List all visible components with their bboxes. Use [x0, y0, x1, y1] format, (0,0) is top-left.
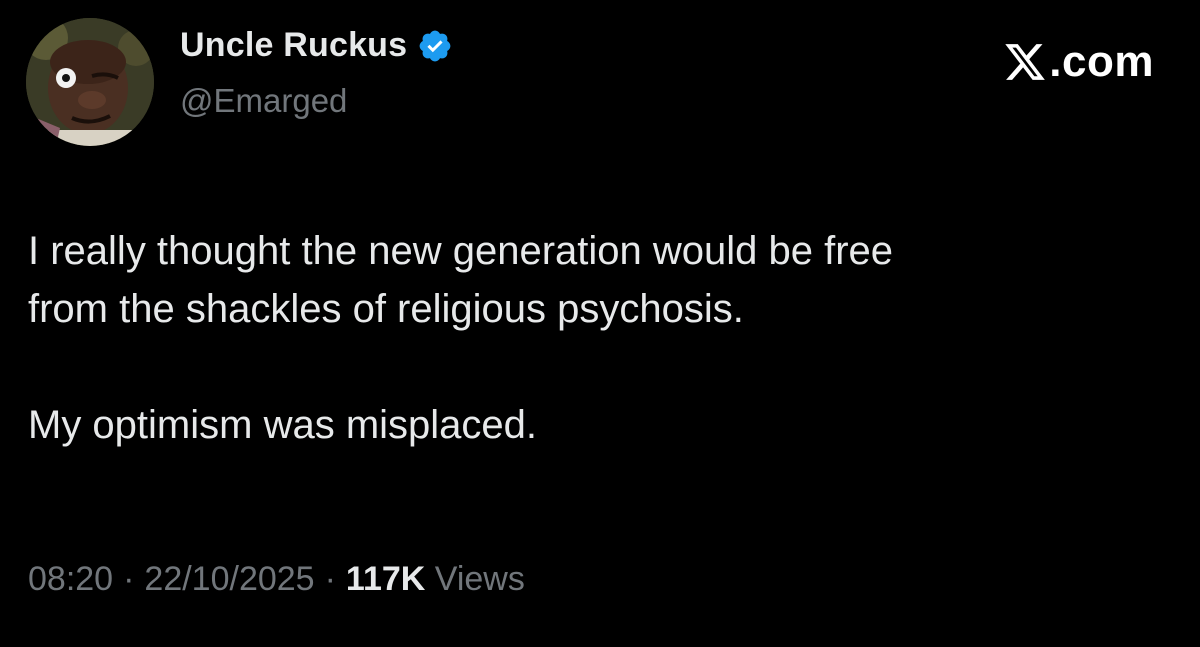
- verified-badge-icon: [417, 28, 453, 64]
- tweet-date[interactable]: 22/10/2025: [144, 560, 314, 599]
- author-display-name[interactable]: Uncle Ruckus: [180, 26, 407, 65]
- tweet-text-line: from the shackles of religious psychosis…: [28, 287, 744, 331]
- tweet-meta: 08:20 · 22/10/2025 · 117K Views: [28, 560, 525, 599]
- meta-separator: ·: [123, 560, 135, 598]
- author-name-row: Uncle Ruckus: [180, 26, 453, 65]
- views-stat[interactable]: 117K Views: [346, 560, 525, 599]
- brand-watermark: .com: [1003, 40, 1154, 84]
- tweet-text: I really thought the new generation woul…: [28, 222, 1168, 454]
- tweet-text-line: I really thought the new generation woul…: [28, 229, 894, 273]
- author-handle[interactable]: @Emarged: [180, 82, 347, 120]
- views-label: Views: [434, 560, 525, 598]
- x-logo-icon: [1003, 40, 1047, 84]
- brand-domain-suffix: .com: [1049, 37, 1154, 86]
- tweet-time[interactable]: 08:20: [28, 560, 113, 599]
- tweet-card: Uncle Ruckus @Emarged .com I really thou…: [0, 0, 1200, 647]
- avatar[interactable]: [26, 18, 154, 146]
- views-count: 117K: [345, 560, 426, 598]
- avatar-image: [26, 18, 154, 146]
- meta-separator: ·: [324, 560, 336, 598]
- tweet-text-line: My optimism was misplaced.: [28, 403, 538, 447]
